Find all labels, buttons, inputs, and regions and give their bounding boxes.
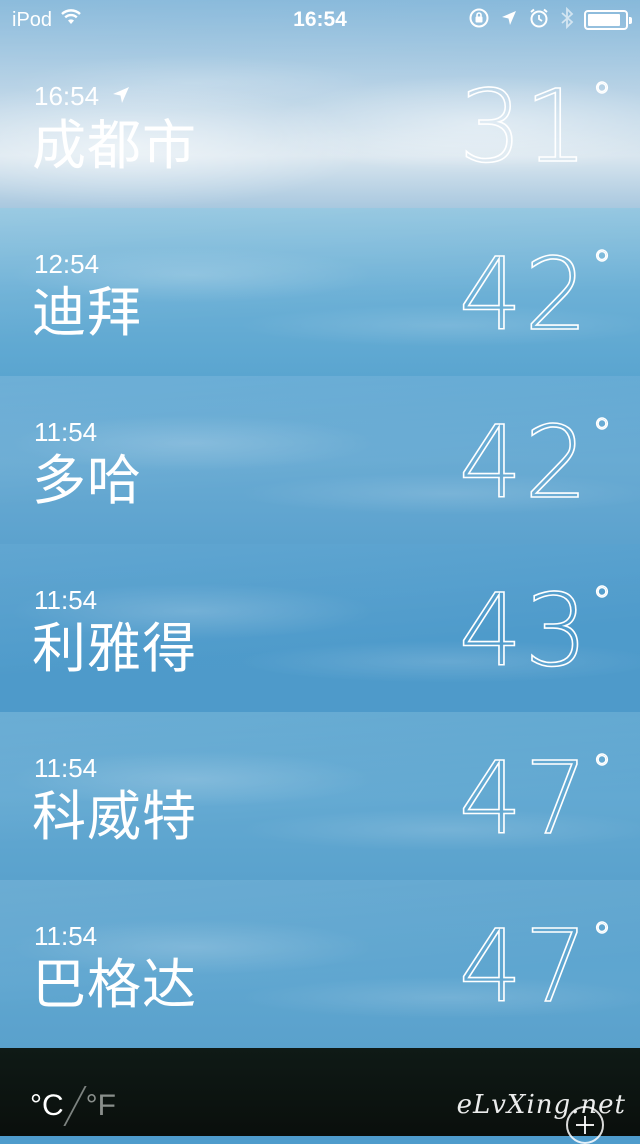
temperature-value: 43: [458, 572, 590, 689]
location-arrow-icon: [111, 81, 131, 111]
city-local-time: 11:54: [34, 585, 98, 615]
city-local-time: 11:54: [34, 753, 98, 783]
footer-bar: °C °F eLvXing.net: [0, 1048, 640, 1144]
city-temperature: 42 °: [458, 236, 613, 353]
city-temperature: 47 °: [458, 908, 613, 1025]
city-local-time-row: 16:54: [34, 81, 131, 111]
city-name: 多哈: [32, 449, 142, 512]
city-name: 成都市: [32, 114, 197, 177]
city-temperature: 43 °: [458, 572, 613, 689]
bluetooth-icon: [560, 6, 574, 34]
city-name: 迪拜: [32, 281, 142, 344]
unit-separator: [63, 1086, 87, 1126]
city-row[interactable]: 11:54 科威特 47 °: [0, 712, 640, 880]
city-row[interactable]: 11:54 多哈 42 °: [0, 376, 640, 544]
city-local-time: 11:54: [34, 921, 98, 951]
city-list: 16:54 成都市 31 ° 12:54 迪拜 42 ° 11:54 多哈 42 ° …: [0, 0, 640, 1048]
battery-level-fill: [588, 14, 620, 26]
city-local-time: 11:54: [34, 417, 98, 447]
status-right: [468, 6, 632, 34]
fahrenheit-button[interactable]: °F: [86, 1086, 116, 1126]
celsius-button[interactable]: °C: [30, 1086, 64, 1126]
city-name: 巴格达: [32, 953, 197, 1016]
degree-symbol: °: [591, 411, 612, 457]
city-row[interactable]: 11:54 利雅得 43 °: [0, 544, 640, 712]
degree-symbol: °: [591, 747, 612, 793]
watermark: eLvXing.net: [456, 1090, 626, 1120]
city-local-time: 12:54: [34, 249, 100, 279]
status-bar: iPod 16:54: [0, 0, 640, 40]
degree-symbol: °: [591, 579, 612, 625]
city-local-time: 16:54: [34, 81, 100, 111]
temperature-value: 47: [458, 908, 590, 1025]
orientation-lock-icon: [468, 7, 490, 34]
temperature-value: 47: [458, 740, 590, 857]
battery-icon: [584, 10, 632, 30]
temperature-value: 31: [458, 68, 590, 185]
alarm-icon: [528, 7, 550, 34]
city-temperature: 31 °: [458, 68, 613, 185]
city-name: 利雅得: [32, 617, 197, 680]
degree-symbol: °: [591, 915, 612, 961]
degree-symbol: °: [591, 243, 612, 289]
city-row[interactable]: 11:54 巴格达 47 °: [0, 880, 640, 1048]
unit-toggle[interactable]: °C °F: [30, 1086, 116, 1126]
temperature-value: 42: [458, 236, 590, 353]
city-name: 科威特: [32, 785, 197, 848]
city-row[interactable]: 12:54 迪拜 42 °: [0, 208, 640, 376]
city-temperature: 42 °: [458, 404, 613, 521]
degree-symbol: °: [591, 75, 612, 121]
temperature-value: 42: [458, 404, 590, 521]
location-icon: [500, 9, 518, 32]
city-temperature: 47 °: [458, 740, 613, 857]
